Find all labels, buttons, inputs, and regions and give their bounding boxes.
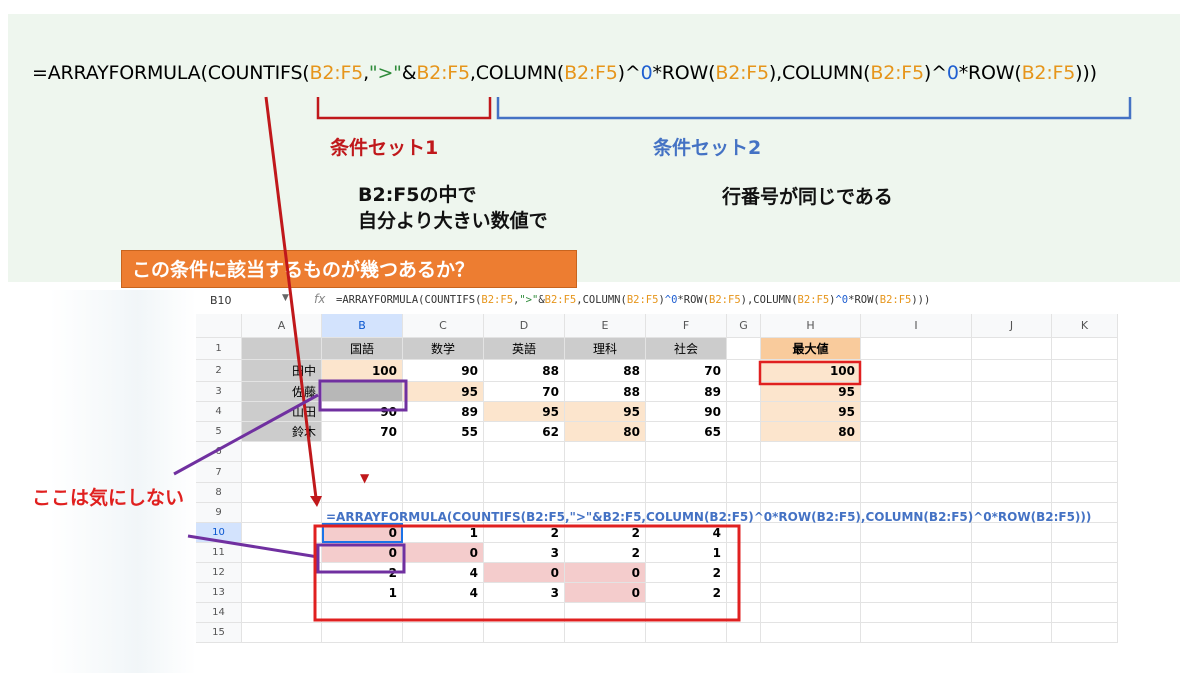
highlight-box-b11 [316, 543, 406, 574]
callout-line-lower [187, 534, 319, 559]
bracket-condition-set-2 [496, 97, 1132, 120]
small-marker-icon: ▼ [360, 471, 370, 485]
highlight-box-h2 [758, 360, 862, 386]
callout-line-upper [173, 393, 319, 476]
arrow-head-icon [310, 496, 322, 507]
bracket-condition-set-1 [316, 97, 492, 120]
arrow-formula-to-result [264, 96, 318, 499]
annotation-overlay: ▼ [173, 96, 1132, 622]
highlight-box-b3 [318, 379, 408, 412]
